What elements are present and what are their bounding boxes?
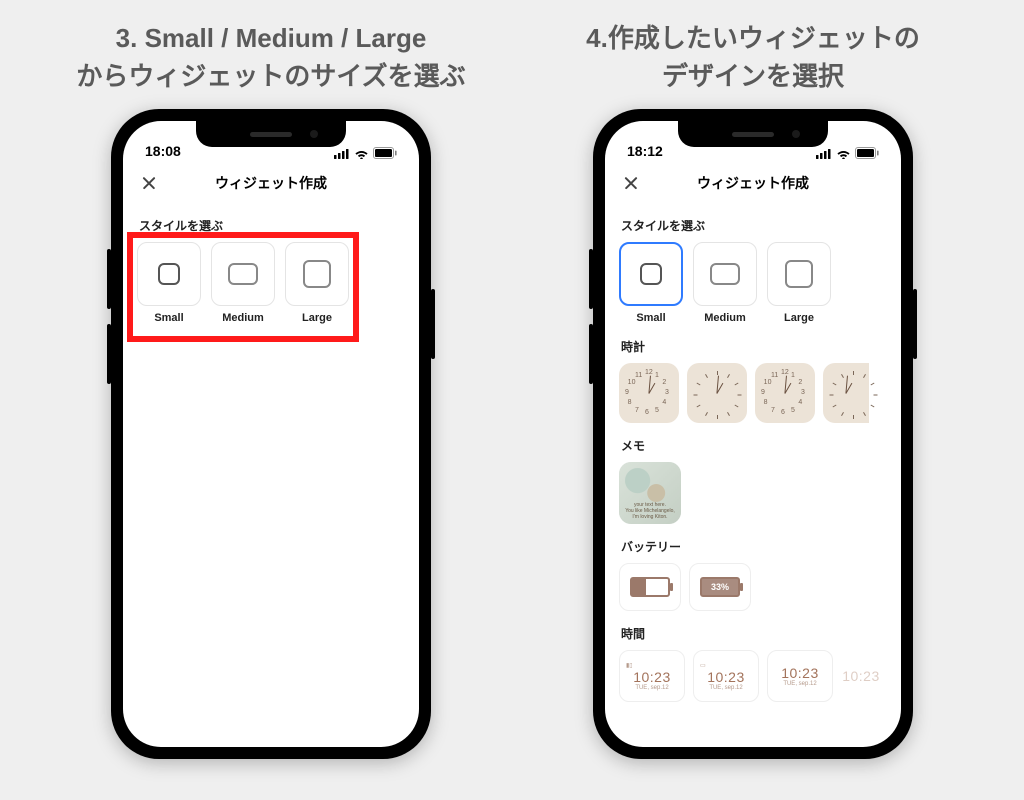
screen-content-right[interactable]: スタイルを選ぶ Small Medium Large 時計 1212345678…	[605, 205, 901, 747]
memo-widget-1[interactable]: your text here. You like Michelangelo, I…	[619, 462, 681, 524]
phone-screen-left: 18:08 ウィジェット作成 スタイルを選ぶ	[123, 121, 419, 747]
memo-widget-row[interactable]: your text here. You like Michelangelo, I…	[619, 462, 887, 524]
status-time: 18:12	[627, 143, 663, 159]
step-3-column: 3. Small / Medium / Large からウィジェットのサイズを選…	[36, 20, 506, 780]
clock-widget-1[interactable]: 121234567891011	[619, 363, 679, 423]
battery-percent-label: 33%	[702, 579, 738, 595]
label-small: Small	[619, 312, 683, 324]
section-style-title: スタイルを選ぶ	[621, 217, 885, 234]
time-date: TUE, sep.12	[635, 685, 668, 691]
clock-widget-row[interactable]: 121234567891011 121234567891011	[619, 363, 887, 423]
nav-header: ウィジェット作成	[123, 161, 419, 205]
battery-widget-percent[interactable]: 33%	[689, 563, 751, 611]
label-large: Large	[285, 312, 349, 324]
status-time: 18:08	[145, 143, 181, 159]
step-4-caption: 4.作成したいウィジェットの デザインを選択	[586, 20, 920, 95]
section-style-title: スタイルを選ぶ	[139, 217, 403, 234]
section-clock-title: 時計	[621, 338, 885, 355]
style-size-row	[137, 242, 405, 306]
style-card-small[interactable]	[137, 242, 201, 306]
section-battery: バッテリー 33%	[619, 538, 887, 611]
screen-title: ウィジェット作成	[215, 173, 327, 193]
time-value: 10:23	[707, 669, 745, 685]
mini-battery-icon: ▭	[700, 662, 706, 669]
section-memo-title: メモ	[621, 437, 885, 454]
time-widget-1[interactable]: ▮▯ 10:23 TUE, sep.12	[619, 650, 685, 702]
style-card-medium[interactable]	[693, 242, 757, 306]
time-widget-2[interactable]: ▭ 10:23 TUE, sep.12	[693, 650, 759, 702]
clock-widget-2[interactable]	[687, 363, 747, 423]
phone-frame-left: 18:08 ウィジェット作成 スタイルを選ぶ	[111, 109, 431, 759]
cellular-icon	[816, 148, 832, 159]
screen-content-left: スタイルを選ぶ Small Medium Large	[123, 205, 419, 747]
cellular-icon	[334, 148, 350, 159]
wifi-icon	[836, 148, 851, 159]
clock-widget-3[interactable]: 121234567891011	[755, 363, 815, 423]
time-value: 10:23	[781, 665, 819, 681]
time-widget-4[interactable]: 10:23	[841, 650, 881, 702]
section-clock: 時計 121234567891011 121234567891011	[619, 338, 887, 423]
style-card-medium[interactable]	[211, 242, 275, 306]
label-medium: Medium	[693, 312, 757, 324]
battery-widget-bar[interactable]	[619, 563, 681, 611]
notch	[678, 121, 828, 147]
section-battery-title: バッテリー	[621, 538, 885, 555]
wifi-icon	[354, 148, 369, 159]
nav-header: ウィジェット作成	[605, 161, 901, 205]
time-value: 10:23	[842, 668, 880, 684]
time-date: TUE, sep.12	[783, 681, 816, 687]
battery-icon	[373, 147, 397, 159]
time-value: 10:23	[633, 669, 671, 685]
screen-title: ウィジェット作成	[697, 173, 809, 193]
battery-icon	[855, 147, 879, 159]
memo-line-3: I'm loving Kiton.	[623, 514, 677, 520]
close-icon[interactable]	[139, 173, 159, 193]
section-memo: メモ your text here. You like Michelangelo…	[619, 437, 887, 524]
notch	[196, 121, 346, 147]
style-card-small[interactable]	[619, 242, 683, 306]
label-large: Large	[767, 312, 831, 324]
phone-screen-right: 18:12 ウィジェット作成 スタイルを選ぶ	[605, 121, 901, 747]
close-icon[interactable]	[621, 173, 641, 193]
style-card-large[interactable]	[767, 242, 831, 306]
time-date: TUE, sep.12	[709, 685, 742, 691]
step-3-caption: 3. Small / Medium / Large からウィジェットのサイズを選…	[76, 20, 465, 95]
clock-widget-4[interactable]	[823, 363, 869, 423]
phone-frame-right: 18:12 ウィジェット作成 スタイルを選ぶ	[593, 109, 913, 759]
label-medium: Medium	[211, 312, 275, 324]
time-widget-3[interactable]: 10:23 TUE, sep.12	[767, 650, 833, 702]
step-4-column: 4.作成したいウィジェットの デザインを選択 18:12	[518, 20, 988, 780]
style-size-labels: Small Medium Large	[137, 312, 405, 324]
battery-widget-row[interactable]: 33%	[619, 563, 887, 611]
style-size-row	[619, 242, 887, 306]
style-card-large[interactable]	[285, 242, 349, 306]
time-widget-row[interactable]: ▮▯ 10:23 TUE, sep.12 ▭ 10:23 TUE, sep.12…	[619, 650, 887, 702]
label-small: Small	[137, 312, 201, 324]
mini-battery-icon: ▮▯	[626, 662, 633, 669]
section-time: 時間 ▮▯ 10:23 TUE, sep.12 ▭ 10:23 TUE, sep…	[619, 625, 887, 702]
section-time-title: 時間	[621, 625, 885, 642]
style-size-labels: Small Medium Large	[619, 312, 887, 324]
